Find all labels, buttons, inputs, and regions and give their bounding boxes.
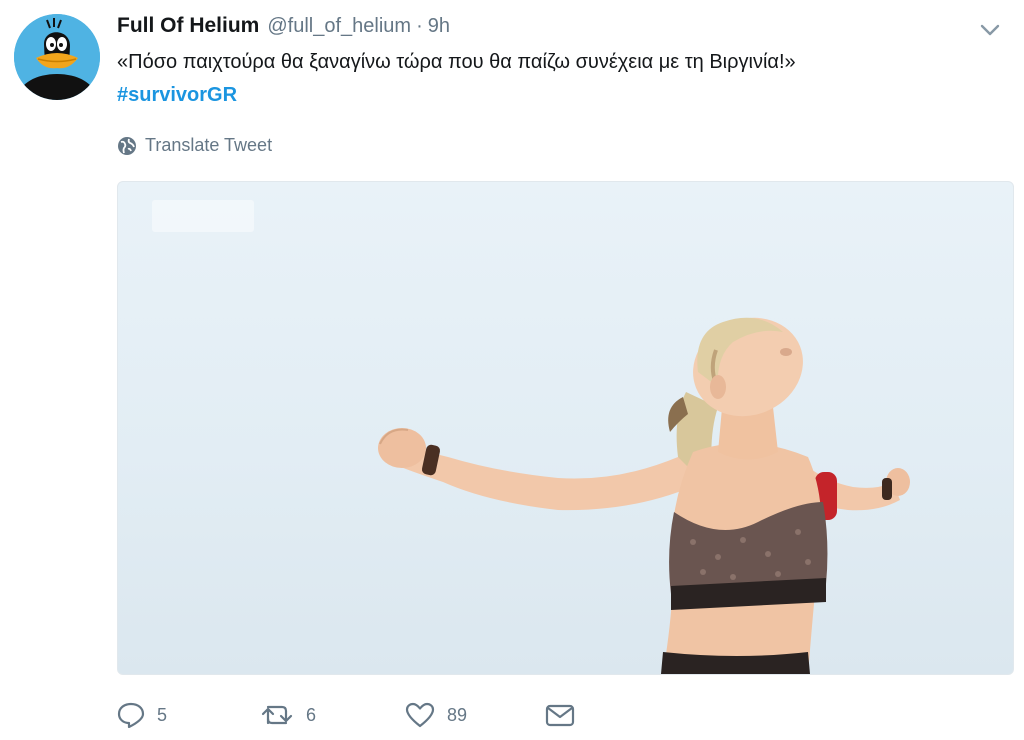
chevron-down-icon (980, 24, 1000, 36)
tweet-text: «Πόσο παιχτούρα θα ξαναγίνω τώρα που θα … (117, 51, 796, 73)
reply-button[interactable]: 5 (117, 702, 247, 728)
display-name[interactable]: Full Of Helium (117, 14, 259, 38)
hashtag-link[interactable]: #survivorGR (117, 84, 237, 107)
tweet-actions: 5 6 89 (117, 698, 585, 732)
more-options-button[interactable] (976, 16, 1004, 44)
like-button[interactable]: 89 (405, 702, 545, 728)
retweet-count: 6 (306, 704, 317, 725)
media-image (378, 317, 910, 674)
heart-icon (405, 702, 435, 728)
tweet-media[interactable] (117, 181, 1014, 675)
translate-label: Translate Tweet (145, 135, 273, 155)
globe-icon (118, 136, 136, 155)
like-count: 89 (447, 704, 468, 725)
user-handle[interactable]: @full_of_helium (267, 15, 411, 38)
direct-message-button[interactable] (545, 703, 585, 727)
reply-icon (117, 702, 145, 728)
translate-tweet-link[interactable]: Translate Tweet (117, 135, 272, 156)
retweet-icon (261, 705, 293, 725)
reply-count: 5 (157, 704, 168, 725)
retweet-button[interactable]: 6 (260, 703, 405, 727)
avatar[interactable] (14, 14, 100, 100)
tweet-header: Full Of Helium @full_of_helium · 9h (117, 14, 450, 44)
timestamp[interactable]: 9h (428, 15, 450, 38)
separator-dot: · (416, 15, 423, 37)
envelope-icon (545, 704, 575, 727)
